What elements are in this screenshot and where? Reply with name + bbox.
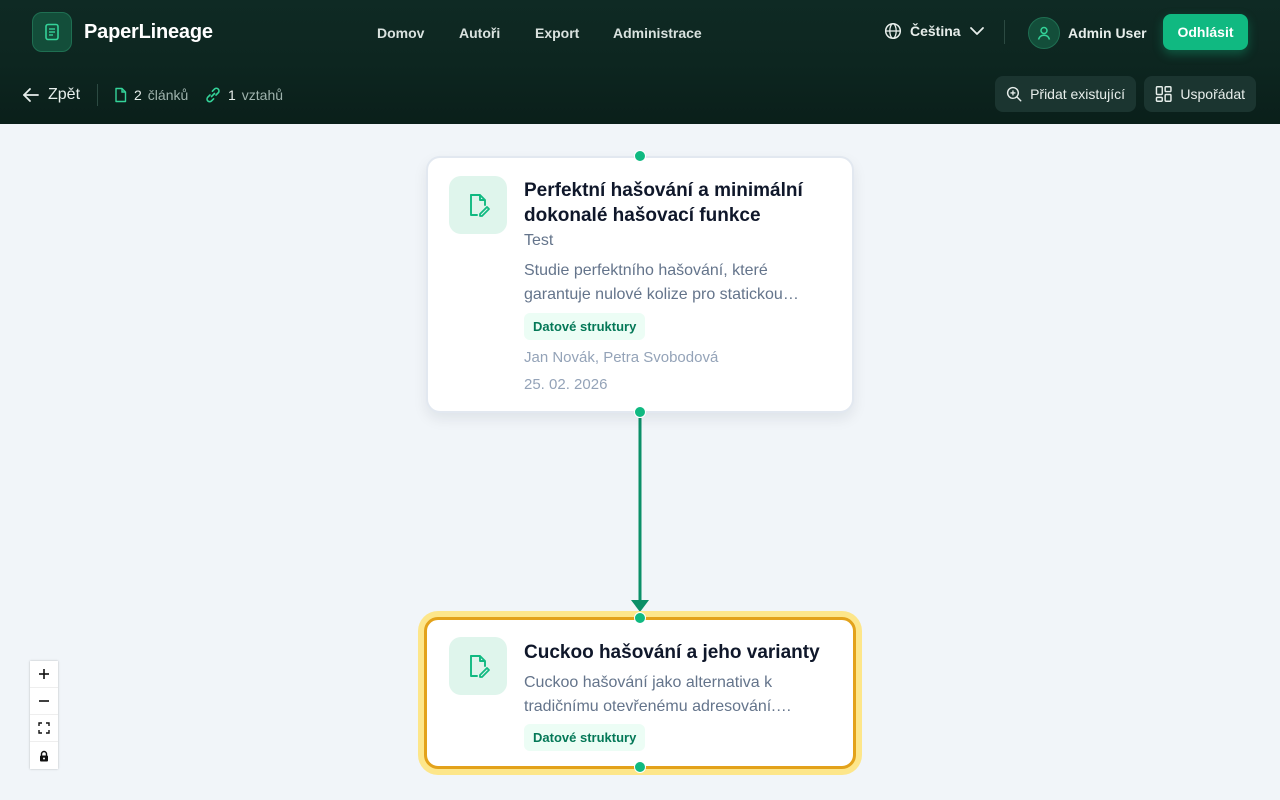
app-title[interactable]: PaperLineage [84,21,213,44]
node-output-handle[interactable] [634,406,646,418]
fit-view-button[interactable] [30,715,58,742]
nav-item-home[interactable]: Domov [377,25,424,41]
layout-grid-icon [1155,86,1172,102]
add-existing-button[interactable]: Přidat existující [995,76,1136,112]
add-existing-label: Přidat existující [1030,86,1125,102]
paper-abstract: Studie perfektního hašování, které garan… [524,262,799,303]
lock-icon [40,750,48,761]
back-button[interactable]: Zpět [22,86,80,104]
logo-icon[interactable] [32,12,72,52]
user-icon [1037,26,1051,40]
chevron-down-icon [969,27,984,35]
zoom-out-button[interactable] [30,688,58,715]
nav-item-administration[interactable]: Administrace [613,25,702,41]
arrange-label: Uspořádat [1180,86,1245,102]
logout-button[interactable]: Odhlásit [1163,14,1248,50]
arrange-button[interactable]: Uspořádat [1144,76,1256,112]
node-input-handle[interactable] [634,150,646,162]
header-divider [1004,20,1005,44]
paper-node[interactable]: Perfektní hašování a minimální dokonalé … [426,156,854,413]
nav-item-export[interactable]: Export [535,25,579,41]
relation-count: 1 vztahů [204,87,283,103]
zoom-in-button[interactable] [30,661,58,688]
paper-abstract: Cuckoo hašování jako alternativa k tradi… [524,674,792,715]
document-edit-icon [449,176,507,234]
graph-canvas[interactable]: Perfektní hašování a minimální dokonalé … [0,124,1280,800]
article-count-label: článků [147,87,189,103]
main-nav-bar: PaperLineage Domov Autoři Export Adminis… [0,0,1280,66]
language-label: Čeština [910,23,961,39]
language-selector[interactable]: Čeština [884,22,985,40]
zoom-in-icon [39,669,49,679]
relation-count-value: 1 [228,87,236,103]
paper-venue: Test [524,232,554,249]
back-label: Zpět [48,86,81,103]
lock-button[interactable] [30,742,58,769]
article-count-value: 2 [134,87,142,103]
paper-date: 25. 02. 2026 [524,376,608,393]
toolbar-divider [97,84,98,106]
zoom-controls [30,661,58,769]
fit-view-icon [38,722,50,734]
user-menu[interactable]: Admin User [1028,17,1147,49]
document-edit-icon [449,637,507,695]
avatar [1028,17,1060,49]
topic-tag: Datové struktury [524,724,646,751]
paper-title: Perfektní hašování a minimální dokonalé … [524,180,803,226]
node-input-handle[interactable] [634,612,646,624]
topic-tag: Datové struktury [524,313,646,340]
document-icon [115,87,127,103]
globe-icon [884,22,902,40]
arrow-left-icon [23,88,39,102]
node-output-handle[interactable] [634,761,646,773]
link-icon [206,87,220,103]
relation-count-label: vztahů [241,87,284,103]
paper-title: Cuckoo hašování a jeho varianty [524,642,820,663]
paper-node-selected[interactable]: Cuckoo hašování a jeho varianty Cuckoo h… [424,617,856,769]
zoom-search-icon [1006,86,1022,102]
nav-item-authors[interactable]: Autoři [459,25,500,41]
article-count: 2 článků [113,87,188,103]
zoom-out-icon [39,700,49,702]
app-header: PaperLineage Domov Autoři Export Adminis… [0,0,1280,124]
user-name: Admin User [1068,25,1147,41]
graph-toolbar: Zpět 2 článků 1 vztahů Přidat existující… [0,66,1280,124]
paper-authors: Jan Novák, Petra Svobodová [524,349,719,366]
